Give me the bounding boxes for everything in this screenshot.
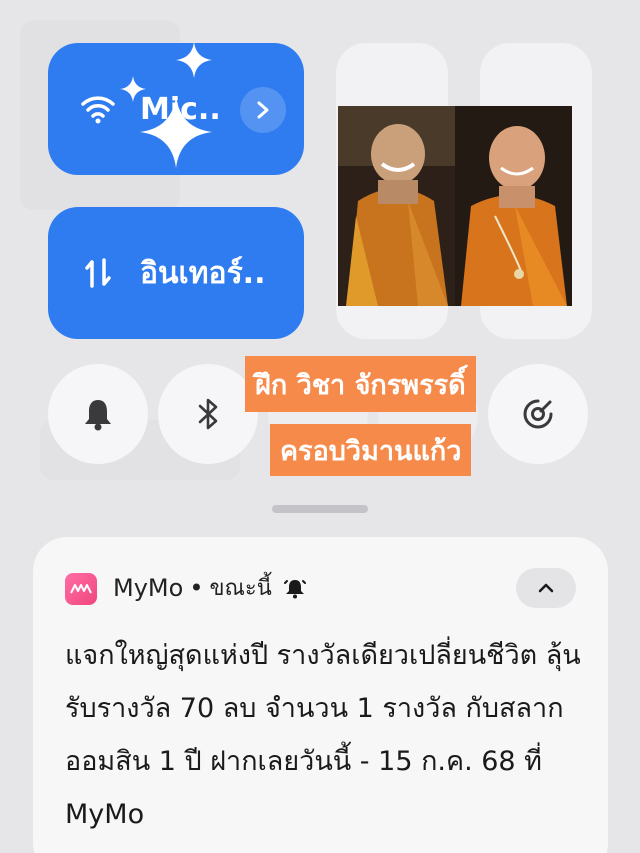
data-transfer-icon — [78, 253, 118, 293]
bell-ringing-icon — [283, 579, 306, 598]
collapse-button[interactable] — [516, 568, 576, 608]
sparkle-icon — [176, 42, 212, 78]
chevron-up-icon — [538, 583, 554, 593]
notification-time: ขณะนี้ — [209, 576, 272, 601]
mobile-data-tile[interactable]: อินเทอร์.. — [48, 207, 304, 339]
notification-header: MyMo • ขณะนี้ — [113, 570, 306, 605]
wifi-icon — [78, 89, 118, 129]
mobile-data-label: อินเทอร์.. — [140, 255, 266, 291]
monk-photo-left — [338, 106, 455, 306]
notification-body: แจกใหญ่สุดแห่งปี รางวัลเดียวเปลี่ยนชีวิต… — [65, 640, 581, 830]
bluetooth-toggle[interactable] — [158, 364, 258, 464]
notification-card[interactable]: MyMo • ขณะนี้ แจกใหญ่สุดแห่งปี รางวัลเดี… — [33, 537, 608, 853]
caption-line-1: ฝึก วิชา จักรพรรดิ์ — [245, 356, 476, 412]
target-icon — [523, 399, 553, 429]
two-monks-photo — [338, 106, 572, 306]
bluetooth-icon — [198, 398, 218, 430]
caption-line-2: ครอบวิมานแก้ว — [270, 424, 472, 476]
wifi-expand-button[interactable] — [240, 87, 286, 133]
chevron-right-icon — [257, 101, 269, 119]
sound-toggle[interactable] — [48, 364, 148, 464]
panel-drag-handle[interactable] — [272, 505, 368, 513]
monk-photo-right — [455, 106, 572, 306]
separator-dot: • — [189, 573, 204, 602]
mymo-app-icon — [65, 573, 97, 605]
bell-icon — [85, 400, 111, 431]
focus-toggle[interactable] — [488, 364, 588, 464]
sparkle-icon — [140, 96, 212, 168]
app-name: MyMo — [113, 573, 184, 602]
